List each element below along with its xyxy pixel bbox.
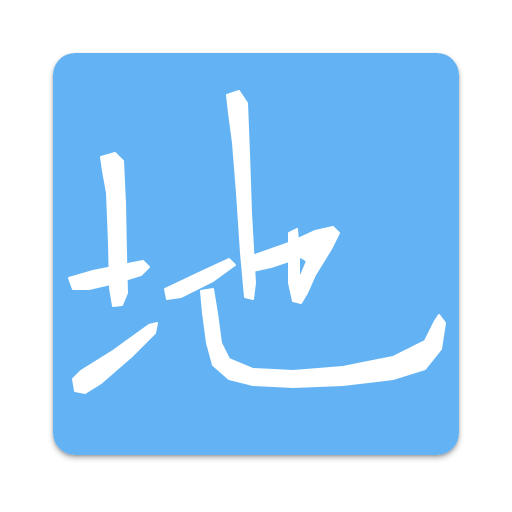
glyph-stroke-ye-inner xyxy=(288,228,300,302)
calligraphy-di-icon xyxy=(53,53,459,455)
launcher-canvas: 地 xyxy=(0,0,512,512)
app-icon[interactable]: 地 xyxy=(53,53,459,455)
